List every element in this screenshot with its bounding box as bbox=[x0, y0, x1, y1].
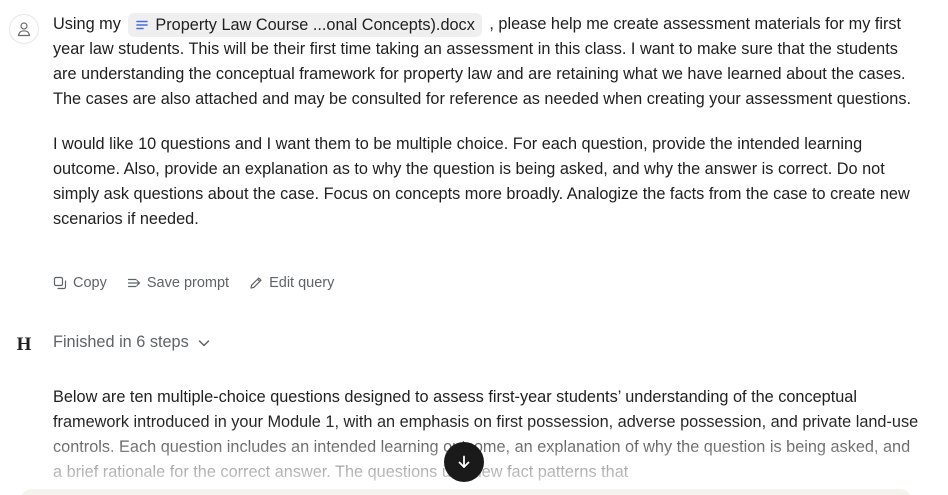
assistant-answer: Below are ten multiple-choice questions … bbox=[53, 388, 919, 481]
attached-file-name: Property Law Course ...onal Concepts).do… bbox=[155, 16, 475, 34]
steps-label: Finished in 6 steps bbox=[53, 333, 189, 351]
copy-icon bbox=[53, 276, 67, 290]
steps-toggle[interactable]: Finished in 6 steps bbox=[53, 333, 211, 352]
attached-file-chip[interactable]: Property Law Course ...onal Concepts).do… bbox=[128, 13, 482, 37]
assistant-logo: H bbox=[16, 334, 32, 355]
arrow-down-icon bbox=[458, 455, 470, 468]
edit-query-button[interactable]: Edit query bbox=[249, 275, 334, 291]
user-message-paragraph-2: I would like 10 questions and I want the… bbox=[53, 135, 910, 228]
user-message-paragraph-1: Using my Property Law Course ...onal Con… bbox=[53, 12, 923, 112]
edit-query-label: Edit query bbox=[269, 275, 335, 291]
user-icon bbox=[17, 22, 31, 37]
save-prompt-icon bbox=[127, 278, 141, 288]
document-lines-icon bbox=[135, 18, 149, 32]
chat-view: Using my Property Law Course ...onal Con… bbox=[0, 0, 948, 495]
chevron-down-icon bbox=[198, 339, 210, 346]
save-prompt-button[interactable]: Save prompt bbox=[127, 275, 229, 291]
user-message-text-before-file: Using my bbox=[53, 15, 121, 33]
message-input-area[interactable] bbox=[20, 489, 912, 495]
scroll-down-button[interactable] bbox=[444, 442, 484, 482]
pencil-icon bbox=[250, 277, 262, 289]
user-avatar bbox=[9, 14, 39, 44]
user-message: Using my Property Law Course ...onal Con… bbox=[53, 12, 923, 232]
copy-button[interactable]: Copy bbox=[53, 275, 107, 291]
message-actions: Copy Save prompt Edit query bbox=[53, 275, 334, 291]
copy-button-label: Copy bbox=[73, 275, 107, 291]
save-prompt-label: Save prompt bbox=[146, 275, 230, 291]
